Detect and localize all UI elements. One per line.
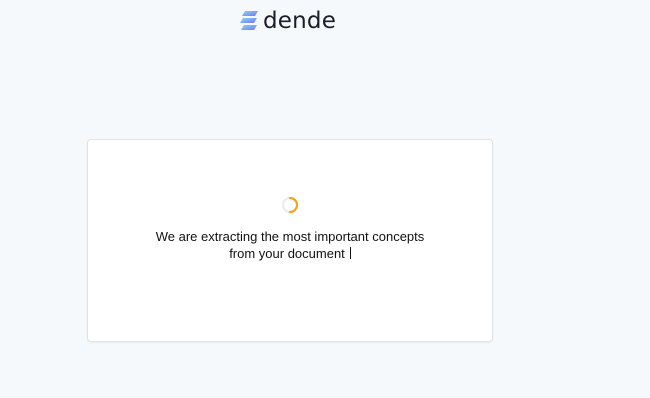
status-message-line-1: We are extracting the most important con… [155, 229, 425, 244]
loading-spinner-icon [281, 196, 299, 214]
text-cursor [349, 247, 351, 259]
stacked-layers-logo-icon [240, 11, 258, 30]
status-message-line-2-text: from your document [229, 246, 345, 261]
extraction-status-card: We are extracting the most important con… [87, 139, 493, 342]
brand-name: dende [263, 8, 337, 34]
brand-header: dende [240, 9, 336, 33]
status-message-line-2: from your document [88, 245, 492, 262]
status-message: We are extracting the most important con… [88, 228, 492, 262]
